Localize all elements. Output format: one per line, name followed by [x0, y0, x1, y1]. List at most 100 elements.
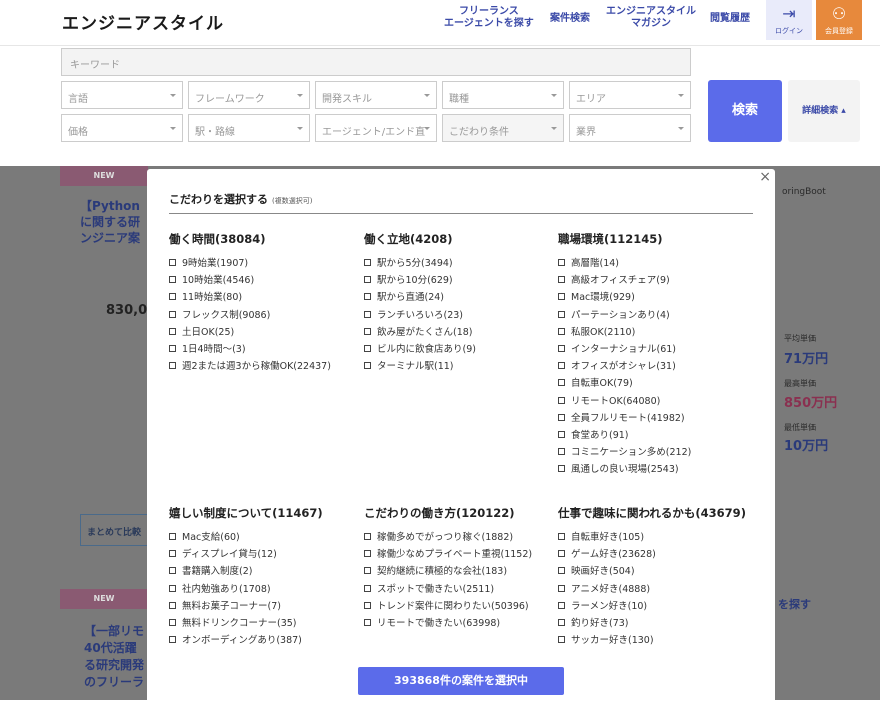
- framework-select[interactable]: フレームワーク: [188, 81, 310, 109]
- checkbox[interactable]: [558, 636, 565, 644]
- checkbox[interactable]: [364, 584, 371, 592]
- condition-option[interactable]: 週2または週3から稼働OK(22437): [169, 358, 359, 375]
- area-select[interactable]: エリア: [569, 81, 691, 109]
- keyword-input[interactable]: キーワード: [61, 48, 691, 76]
- condition-option[interactable]: 契約継続に積極的な会社(183): [364, 563, 554, 580]
- industry-select[interactable]: 業界: [569, 114, 691, 142]
- nav-magazine[interactable]: エンジニアスタイル マガジン: [606, 6, 696, 30]
- register-button[interactable]: ⚇ 会員登録: [816, 0, 862, 40]
- checkbox[interactable]: [558, 327, 565, 335]
- job-type-select[interactable]: 職種: [442, 81, 564, 109]
- condition-option[interactable]: 土日OK(25): [169, 324, 359, 341]
- condition-option[interactable]: トレンド案件に関わりたい(50396): [364, 598, 554, 615]
- checkbox[interactable]: [558, 259, 565, 266]
- condition-option[interactable]: 無料ドリンクコーナー(35): [169, 615, 359, 632]
- condition-option[interactable]: 自転車好き(105): [558, 529, 748, 546]
- nav-job-search[interactable]: 案件検索: [550, 13, 590, 25]
- checkbox[interactable]: [558, 310, 565, 318]
- checkbox[interactable]: [558, 293, 565, 301]
- condition-option[interactable]: 飲み屋がたくさん(18): [364, 324, 554, 341]
- checkbox[interactable]: [558, 533, 565, 540]
- condition-option[interactable]: 映画好き(504): [558, 563, 748, 580]
- condition-option[interactable]: 稼働少なめプライベート重視(1152): [364, 546, 554, 563]
- checkbox[interactable]: [364, 550, 371, 558]
- checkbox[interactable]: [558, 379, 565, 387]
- nav-find-agent[interactable]: フリーランス エージェントを探す: [444, 6, 534, 30]
- condition-option[interactable]: 稼働多めでがっつり稼ぐ(1882): [364, 529, 554, 546]
- checkbox[interactable]: [364, 327, 371, 335]
- apply-conditions-button[interactable]: 393868件の案件を選択中: [358, 667, 564, 695]
- condition-option[interactable]: 無料お菓子コーナー(7): [169, 598, 359, 615]
- checkbox[interactable]: [364, 259, 371, 266]
- checkbox[interactable]: [364, 533, 371, 540]
- search-button[interactable]: 検索: [708, 80, 782, 142]
- checkbox[interactable]: [169, 567, 176, 575]
- checkbox[interactable]: [169, 327, 176, 335]
- checkbox[interactable]: [364, 601, 371, 609]
- checkbox[interactable]: [558, 601, 565, 609]
- checkbox[interactable]: [169, 533, 176, 540]
- condition-option[interactable]: 釣り好き(73): [558, 615, 748, 632]
- condition-option[interactable]: ターミナル駅(11): [364, 358, 554, 375]
- checkbox[interactable]: [169, 636, 176, 644]
- agent-select[interactable]: エージェント/エンド直: [315, 114, 437, 142]
- condition-option[interactable]: ディスプレイ貸与(12): [169, 546, 359, 563]
- compare-button[interactable]: まとめて比較: [80, 514, 148, 546]
- condition-option[interactable]: ランチいろいろ(23): [364, 307, 554, 324]
- condition-option[interactable]: インターナショナル(61): [558, 341, 748, 358]
- checkbox[interactable]: [169, 584, 176, 592]
- checkbox[interactable]: [558, 431, 565, 439]
- condition-option[interactable]: ビル内に飲食店あり(9): [364, 341, 554, 358]
- condition-option[interactable]: 私服OK(2110): [558, 324, 748, 341]
- detail-search-button[interactable]: 詳細検索 ▴: [788, 80, 860, 142]
- checkbox[interactable]: [558, 276, 565, 284]
- condition-option[interactable]: ゲーム好き(23628): [558, 546, 748, 563]
- checkbox[interactable]: [364, 276, 371, 284]
- close-icon[interactable]: ×: [759, 169, 771, 185]
- condition-option[interactable]: 高層階(14): [558, 255, 748, 272]
- checkbox[interactable]: [169, 345, 176, 353]
- checkbox[interactable]: [558, 465, 565, 473]
- condition-option[interactable]: オンボーディングあり(387): [169, 632, 359, 649]
- condition-option[interactable]: オフィスがオシャレ(31): [558, 358, 748, 375]
- condition-option[interactable]: リモートで働きたい(63998): [364, 615, 554, 632]
- condition-option[interactable]: パーテーションあり(4): [558, 307, 748, 324]
- condition-option[interactable]: 10時始業(4546): [169, 272, 359, 289]
- site-logo[interactable]: エンジニアスタイル: [62, 9, 224, 34]
- login-button[interactable]: ⇥ ログイン: [766, 0, 812, 40]
- checkbox[interactable]: [558, 619, 565, 627]
- condition-option[interactable]: Mac環境(929): [558, 289, 748, 306]
- condition-option[interactable]: 全員フルリモート(41982): [558, 410, 748, 427]
- conditions-select[interactable]: こだわり条件: [442, 114, 564, 142]
- condition-option[interactable]: アニメ好き(4888): [558, 581, 748, 598]
- condition-option[interactable]: ラーメン好き(10): [558, 598, 748, 615]
- checkbox[interactable]: [364, 345, 371, 353]
- checkbox[interactable]: [169, 276, 176, 284]
- find-agent-button[interactable]: を探す: [778, 596, 811, 612]
- checkbox[interactable]: [558, 550, 565, 558]
- checkbox[interactable]: [169, 601, 176, 609]
- condition-option[interactable]: 風通しの良い現場(2543): [558, 461, 748, 478]
- condition-option[interactable]: フレックス制(9086): [169, 307, 359, 324]
- price-select[interactable]: 価格: [61, 114, 183, 142]
- checkbox[interactable]: [364, 310, 371, 318]
- checkbox[interactable]: [169, 550, 176, 558]
- checkbox[interactable]: [558, 362, 565, 370]
- checkbox[interactable]: [169, 259, 176, 266]
- nav-history[interactable]: 閲覧履歴: [710, 13, 750, 25]
- checkbox[interactable]: [558, 567, 565, 575]
- skill-select[interactable]: 開発スキル: [315, 81, 437, 109]
- condition-option[interactable]: 11時始業(80): [169, 289, 359, 306]
- checkbox[interactable]: [169, 310, 176, 318]
- condition-option[interactable]: 高級オフィスチェア(9): [558, 272, 748, 289]
- checkbox[interactable]: [558, 448, 565, 456]
- condition-option[interactable]: 食堂あり(91): [558, 427, 748, 444]
- condition-option[interactable]: 社内勉強あり(1708): [169, 581, 359, 598]
- condition-option[interactable]: 書籍購入制度(2): [169, 563, 359, 580]
- checkbox[interactable]: [169, 619, 176, 627]
- checkbox[interactable]: [558, 396, 565, 404]
- checkbox[interactable]: [169, 293, 176, 301]
- checkbox[interactable]: [364, 567, 371, 575]
- checkbox[interactable]: [364, 293, 371, 301]
- condition-option[interactable]: スポットで働きたい(2511): [364, 581, 554, 598]
